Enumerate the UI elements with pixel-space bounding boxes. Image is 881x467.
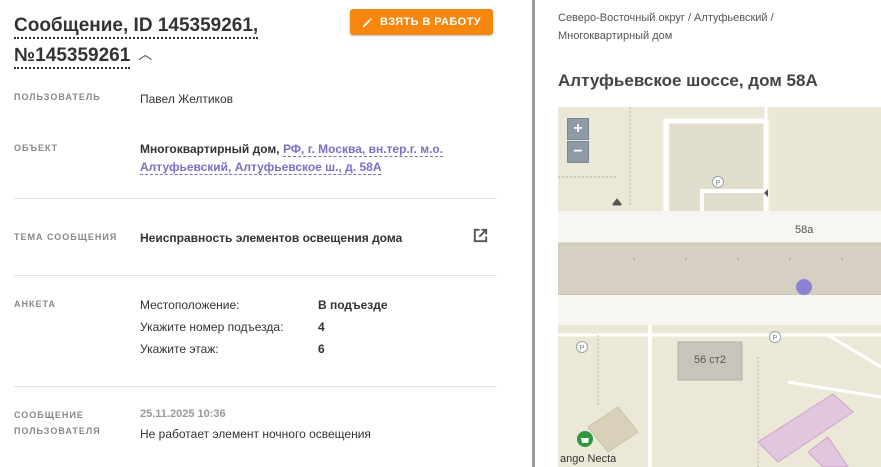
- chevron-up-icon[interactable]: ︿: [138, 40, 152, 68]
- survey-key: Укажите номер подъезда:: [140, 320, 284, 334]
- take-to-work-label: ВЗЯТЬ В РАБОТУ: [380, 16, 481, 28]
- page-title[interactable]: Сообщение, ID 145359261, №145359261 ︿: [14, 12, 344, 70]
- survey-value: 4: [318, 320, 325, 334]
- zoom-out-button[interactable]: −: [567, 141, 589, 163]
- message-title-text[interactable]: Сообщение, ID 145359261, №145359261: [14, 15, 259, 69]
- user-label: ПОЛЬЗОВАТЕЛЬ: [14, 92, 101, 102]
- map-label-58a: 58а: [795, 224, 814, 236]
- map-panel: Северо-Восточный округ / Алтуфьевский / …: [535, 0, 881, 467]
- message-date: 25.11.2025 10:36: [140, 408, 226, 420]
- survey-value: В подъезде: [318, 298, 388, 312]
- zoom-in-button[interactable]: +: [567, 118, 589, 140]
- topic-label: ТЕМА СООБЩЕНИЯ: [14, 232, 118, 242]
- user-value: Павел Желтиков: [140, 92, 233, 106]
- divider: [14, 275, 497, 276]
- object-type: Многоквартирный дом,: [140, 142, 280, 156]
- parking-icon: P: [716, 180, 721, 187]
- object-value: Многоквартирный дом, РФ, г. Москва, вн.т…: [140, 140, 460, 176]
- parking-icon: P: [773, 335, 778, 342]
- take-to-work-button[interactable]: ВЗЯТЬ В РАБОТУ: [350, 9, 493, 35]
- object-label: ОБЪЕКТ: [14, 143, 59, 153]
- survey-label: АНКЕТА: [14, 299, 56, 309]
- topic-value: Неисправность элементов освещения дома: [140, 231, 403, 245]
- message-panel: Сообщение, ID 145359261, №145359261 ︿ ВЗЯ…: [0, 0, 532, 467]
- map-canvas: P P P 58а 56 ст2 ango Necta: [558, 107, 881, 467]
- survey-key: Укажите этаж:: [140, 342, 219, 356]
- zoom-control: + −: [567, 118, 589, 163]
- divider: [14, 198, 497, 199]
- open-external-icon[interactable]: [471, 226, 490, 245]
- pencil-icon: [362, 17, 372, 27]
- message-text: Не работает элемент ночного освещения: [140, 427, 371, 441]
- survey-key: Местоположение:: [140, 298, 240, 312]
- place-title: Алтуфьевское шоссе, дом 58А: [558, 71, 818, 90]
- location-marker[interactable]: [796, 279, 812, 295]
- message-label: ПОЛЬЗОВАТЕЛЯ: [14, 426, 101, 436]
- message-label: СООБЩЕНИЕ: [14, 410, 84, 420]
- map-label-poi: ango Necta: [560, 453, 617, 465]
- breadcrumb: Северо-Восточный округ / Алтуфьевский / …: [558, 12, 774, 42]
- map[interactable]: + − P P P 58а 56 ст2 ango Necta: [558, 107, 881, 467]
- divider: [14, 386, 497, 387]
- parking-icon: P: [580, 345, 585, 352]
- survey-value: 6: [318, 342, 325, 356]
- map-label-56: 56 ст2: [694, 354, 726, 366]
